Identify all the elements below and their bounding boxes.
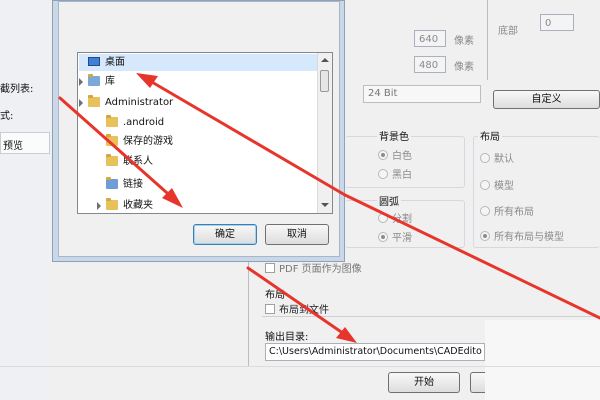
arrow-to-library	[143, 76, 347, 197]
arrow-from-right	[343, 193, 600, 320]
arrow-to-favorites	[58, 96, 177, 202]
arrow-to-output-dir	[246, 266, 352, 340]
annotation-arrows	[58, 73, 600, 343]
arrowhead-library	[136, 73, 158, 88]
